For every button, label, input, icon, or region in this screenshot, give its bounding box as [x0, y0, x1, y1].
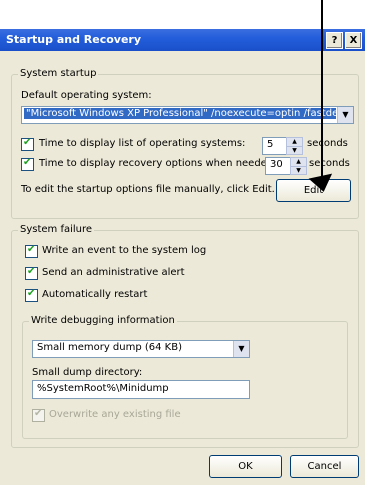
- spin-up-icon[interactable]: ▲: [287, 138, 302, 147]
- help-button[interactable]: ?: [326, 32, 343, 49]
- chevron-down-icon[interactable]: ▼: [337, 107, 353, 123]
- time-os-label: Time to display list of operating system…: [39, 138, 246, 149]
- chevron-down-icon[interactable]: ▼: [233, 341, 249, 357]
- time-recovery-checkbox[interactable]: [21, 157, 34, 171]
- dump-type-value: Small memory dump (64 KB): [37, 342, 182, 353]
- overwrite-label: Overwrite any existing file: [49, 409, 181, 420]
- system-failure-group: System failure Write an event to the sys…: [11, 224, 359, 448]
- annotation-arrow-line: [321, 0, 323, 188]
- system-startup-label: System startup: [18, 68, 99, 79]
- send-alert-label: Send an administrative alert: [42, 267, 185, 278]
- close-button[interactable]: X: [345, 32, 362, 49]
- spin-down-icon[interactable]: ▼: [291, 167, 306, 175]
- startup-recovery-dialog: Startup and Recovery ? X System startup …: [0, 29, 365, 485]
- system-failure-label: System failure: [18, 224, 95, 235]
- dump-dir-input[interactable]: %SystemRoot%\Minidump: [32, 380, 250, 399]
- send-alert-checkbox[interactable]: [25, 266, 38, 280]
- dump-type-dropdown[interactable]: Small memory dump (64 KB) ▼: [32, 340, 250, 358]
- edit-hint: To edit the startup options file manuall…: [21, 184, 275, 195]
- time-os-value: 5: [267, 139, 274, 150]
- cancel-button[interactable]: Cancel: [290, 455, 359, 478]
- default-os-label: Default operating system:: [21, 90, 152, 101]
- spin-up-icon[interactable]: ▲: [291, 158, 306, 167]
- debug-info-label: Write debugging information: [29, 315, 177, 326]
- default-os-value: "Microsoft Windows XP Professional" /noe…: [24, 108, 336, 119]
- time-recovery-value: 30: [270, 159, 283, 170]
- window-title: Startup and Recovery: [6, 33, 142, 46]
- time-os-spinner[interactable]: ▲ ▼: [286, 137, 303, 155]
- ok-button[interactable]: OK: [209, 455, 282, 478]
- dump-dir-label: Small dump directory:: [32, 367, 143, 378]
- time-recovery-unit: seconds: [309, 158, 350, 169]
- dump-dir-value: %SystemRoot%\Minidump: [37, 383, 169, 394]
- time-recovery-spinner[interactable]: ▲ ▼: [290, 157, 307, 175]
- debug-info-group: Write debugging information Small memory…: [22, 315, 348, 439]
- time-recovery-label: Time to display recovery options when ne…: [39, 158, 277, 169]
- overwrite-checkbox[interactable]: [32, 408, 45, 422]
- time-os-checkbox[interactable]: [21, 137, 34, 151]
- spin-down-icon[interactable]: ▼: [287, 147, 302, 155]
- time-os-unit: seconds: [307, 138, 348, 149]
- auto-restart-label: Automatically restart: [42, 289, 148, 300]
- title-bar[interactable]: Startup and Recovery ? X: [0, 29, 365, 51]
- write-event-checkbox[interactable]: [25, 244, 38, 258]
- auto-restart-checkbox[interactable]: [25, 288, 38, 302]
- system-startup-group: System startup Default operating system:…: [11, 68, 359, 219]
- default-os-dropdown[interactable]: "Microsoft Windows XP Professional" /noe…: [21, 106, 354, 124]
- write-event-label: Write an event to the system log: [42, 245, 207, 256]
